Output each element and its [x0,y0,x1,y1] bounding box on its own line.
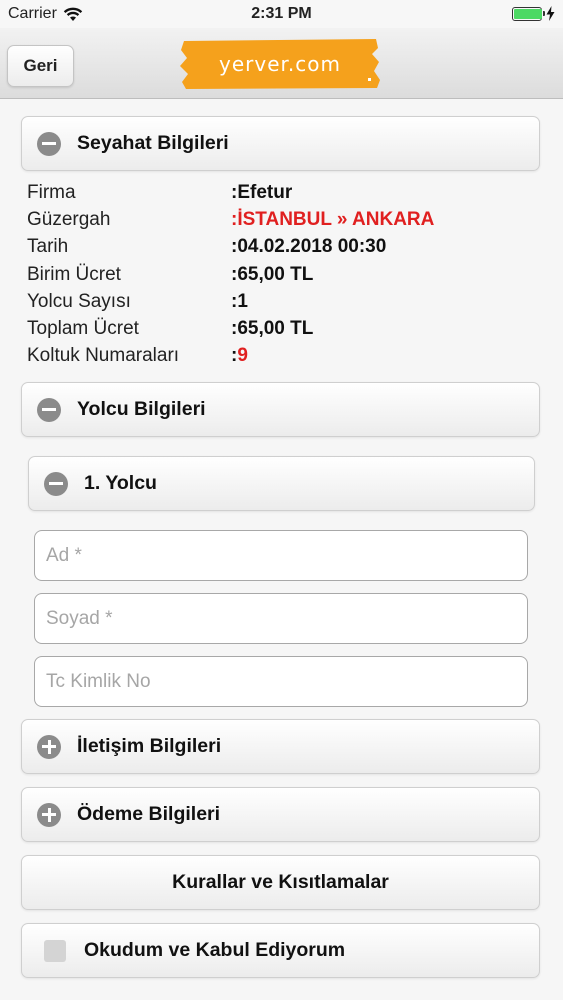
trip-row-route: Güzergah :İSTANBUL » ANKARA [27,209,547,236]
passenger-info-title: Yolcu Bilgileri [77,398,206,420]
route-value: :İSTANBUL » ANKARA [231,209,435,231]
agree-checkbox[interactable] [44,939,66,962]
trip-row-passenger-count: Yolcu Sayısı :1 [27,291,547,318]
contact-info-section-header[interactable]: İletişim Bilgileri [21,719,540,774]
collapse-icon [44,471,68,496]
trip-info-table: Firma :Efetur Güzergah :İSTANBUL » ANKAR… [27,182,547,372]
status-right [512,6,555,21]
payment-info-title: Ödeme Bilgileri [77,803,221,825]
info-label: Toplam Ücret [27,317,139,339]
status-bar: Carrier 2:31 PM [0,0,563,28]
info-label: Firma [27,182,76,203]
clock: 2:31 PM [251,5,312,22]
collapse-icon [37,131,61,156]
info-label: Koltuk Numaraları [27,345,180,367]
info-label: Yolcu Sayısı [27,290,131,312]
info-value: :1 [231,290,248,312]
trip-info-title: Seyahat Bilgileri [77,132,229,154]
surname-input[interactable] [34,593,528,644]
info-value: :65,00 TL [231,263,314,285]
charging-bolt-icon [546,6,555,21]
trip-row-seats: Koltuk Numaraları :9 [27,345,547,372]
passenger-info-section-header[interactable]: Yolcu Bilgileri [21,382,540,437]
trip-row-unit-price: Birim Ücret :65,00 TL [27,264,547,291]
tc-id-input[interactable] [34,656,528,707]
trip-row-date: Tarih :04.02.2018 00:30 [27,236,547,263]
seat-number: 9 [237,345,248,367]
expand-icon [37,734,61,759]
logo-text: yerver.com [219,52,341,76]
info-label: Birim Ücret [27,263,121,285]
trip-info-section-header[interactable]: Seyahat Bilgileri [21,116,540,171]
rules-button[interactable]: Kurallar ve Kısıtlamalar [21,855,540,910]
trip-row-firma: Firma :Efetur [27,182,547,209]
expand-icon [37,802,61,827]
agree-label: Okudum ve Kabul Ediyorum [84,939,346,961]
yerver-logo: yerver.com [178,38,382,90]
trip-row-total-price: Toplam Ücret :65,00 TL [27,318,547,345]
passenger-1-title: 1. Yolcu [84,472,157,494]
agree-checkbox-row[interactable]: Okudum ve Kabul Ediyorum [21,923,540,978]
info-label: Tarih [27,236,69,258]
payment-info-section-header[interactable]: Ödeme Bilgileri [21,787,540,842]
contact-info-title: İletişim Bilgileri [77,735,222,757]
info-label: Güzergah [27,209,111,231]
battery-icon [512,6,545,21]
info-value: :Efetur [231,182,293,203]
info-value: :9 [231,345,248,367]
info-value: :65,00 TL [231,317,314,339]
battery-level [514,8,542,19]
name-input[interactable] [34,530,528,581]
rules-label: Kurallar ve Kısıtlamalar [172,871,389,893]
back-button[interactable]: Geri [7,45,74,87]
collapse-icon [37,397,61,422]
passenger-1-header[interactable]: 1. Yolcu [28,456,535,511]
info-value: :04.02.2018 00:30 [231,236,387,258]
app-header: Geri yerver.com [0,28,563,99]
